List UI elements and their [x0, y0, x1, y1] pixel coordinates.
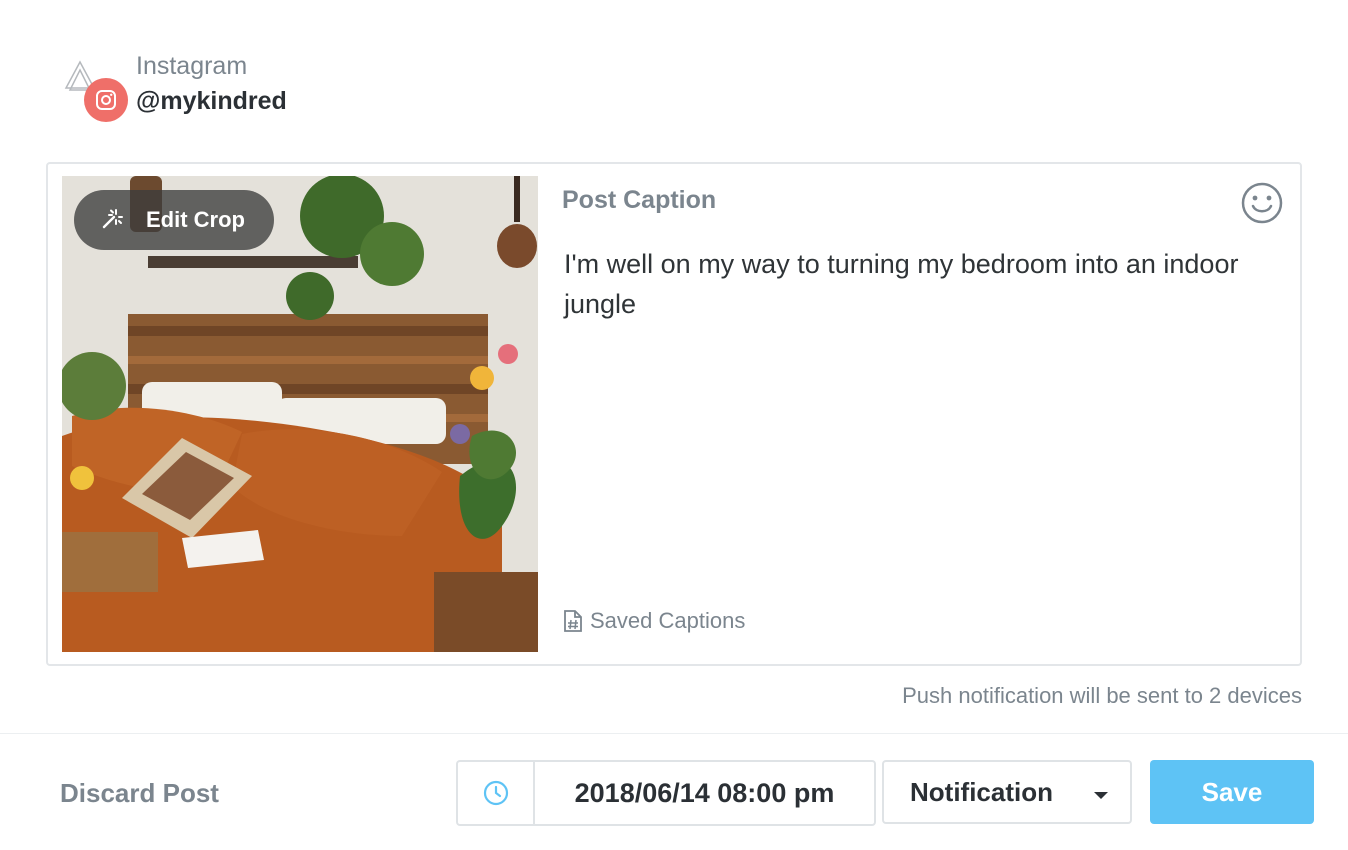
- account-handle: @mykindred: [136, 87, 287, 115]
- post-type-value: Notification: [910, 776, 1053, 807]
- save-button[interactable]: Save: [1150, 760, 1314, 824]
- push-notification-note: Push notification will be sent to 2 devi…: [902, 683, 1302, 708]
- footer-divider: [0, 733, 1348, 734]
- instagram-badge: [84, 78, 128, 122]
- clock-cell[interactable]: [458, 762, 535, 824]
- caption-textarea[interactable]: I'm well on my way to turning my bedroom…: [564, 244, 1244, 324]
- edit-crop-label: Edit Crop: [146, 207, 245, 232]
- post-type-select[interactable]: Notification: [882, 760, 1132, 824]
- post-card: Edit Crop Post Caption I'm well on my wa…: [46, 162, 1302, 666]
- hashtag-document-icon: [564, 610, 582, 632]
- caption-title: Post Caption: [562, 186, 717, 214]
- saved-captions-link[interactable]: Saved Captions: [562, 608, 745, 634]
- saved-captions-label: Saved Captions: [590, 608, 746, 633]
- discard-post-button[interactable]: Discard Post: [60, 778, 219, 809]
- post-image[interactable]: Edit Crop: [62, 176, 538, 652]
- caret-down-icon: [1094, 792, 1108, 799]
- datetime-value[interactable]: 2018/06/14 08:00 pm: [535, 762, 874, 824]
- account-header: Instagram @mykindred: [64, 50, 464, 126]
- account-platform: Instagram: [136, 52, 248, 80]
- instagram-icon: [96, 90, 116, 110]
- magic-wand-icon: [102, 209, 123, 229]
- schedule-datetime-field[interactable]: 2018/06/14 08:00 pm: [456, 760, 876, 826]
- clock-icon: [483, 780, 508, 806]
- edit-crop-button[interactable]: Edit Crop: [74, 190, 274, 250]
- emoji-picker-icon[interactable]: [1240, 181, 1284, 225]
